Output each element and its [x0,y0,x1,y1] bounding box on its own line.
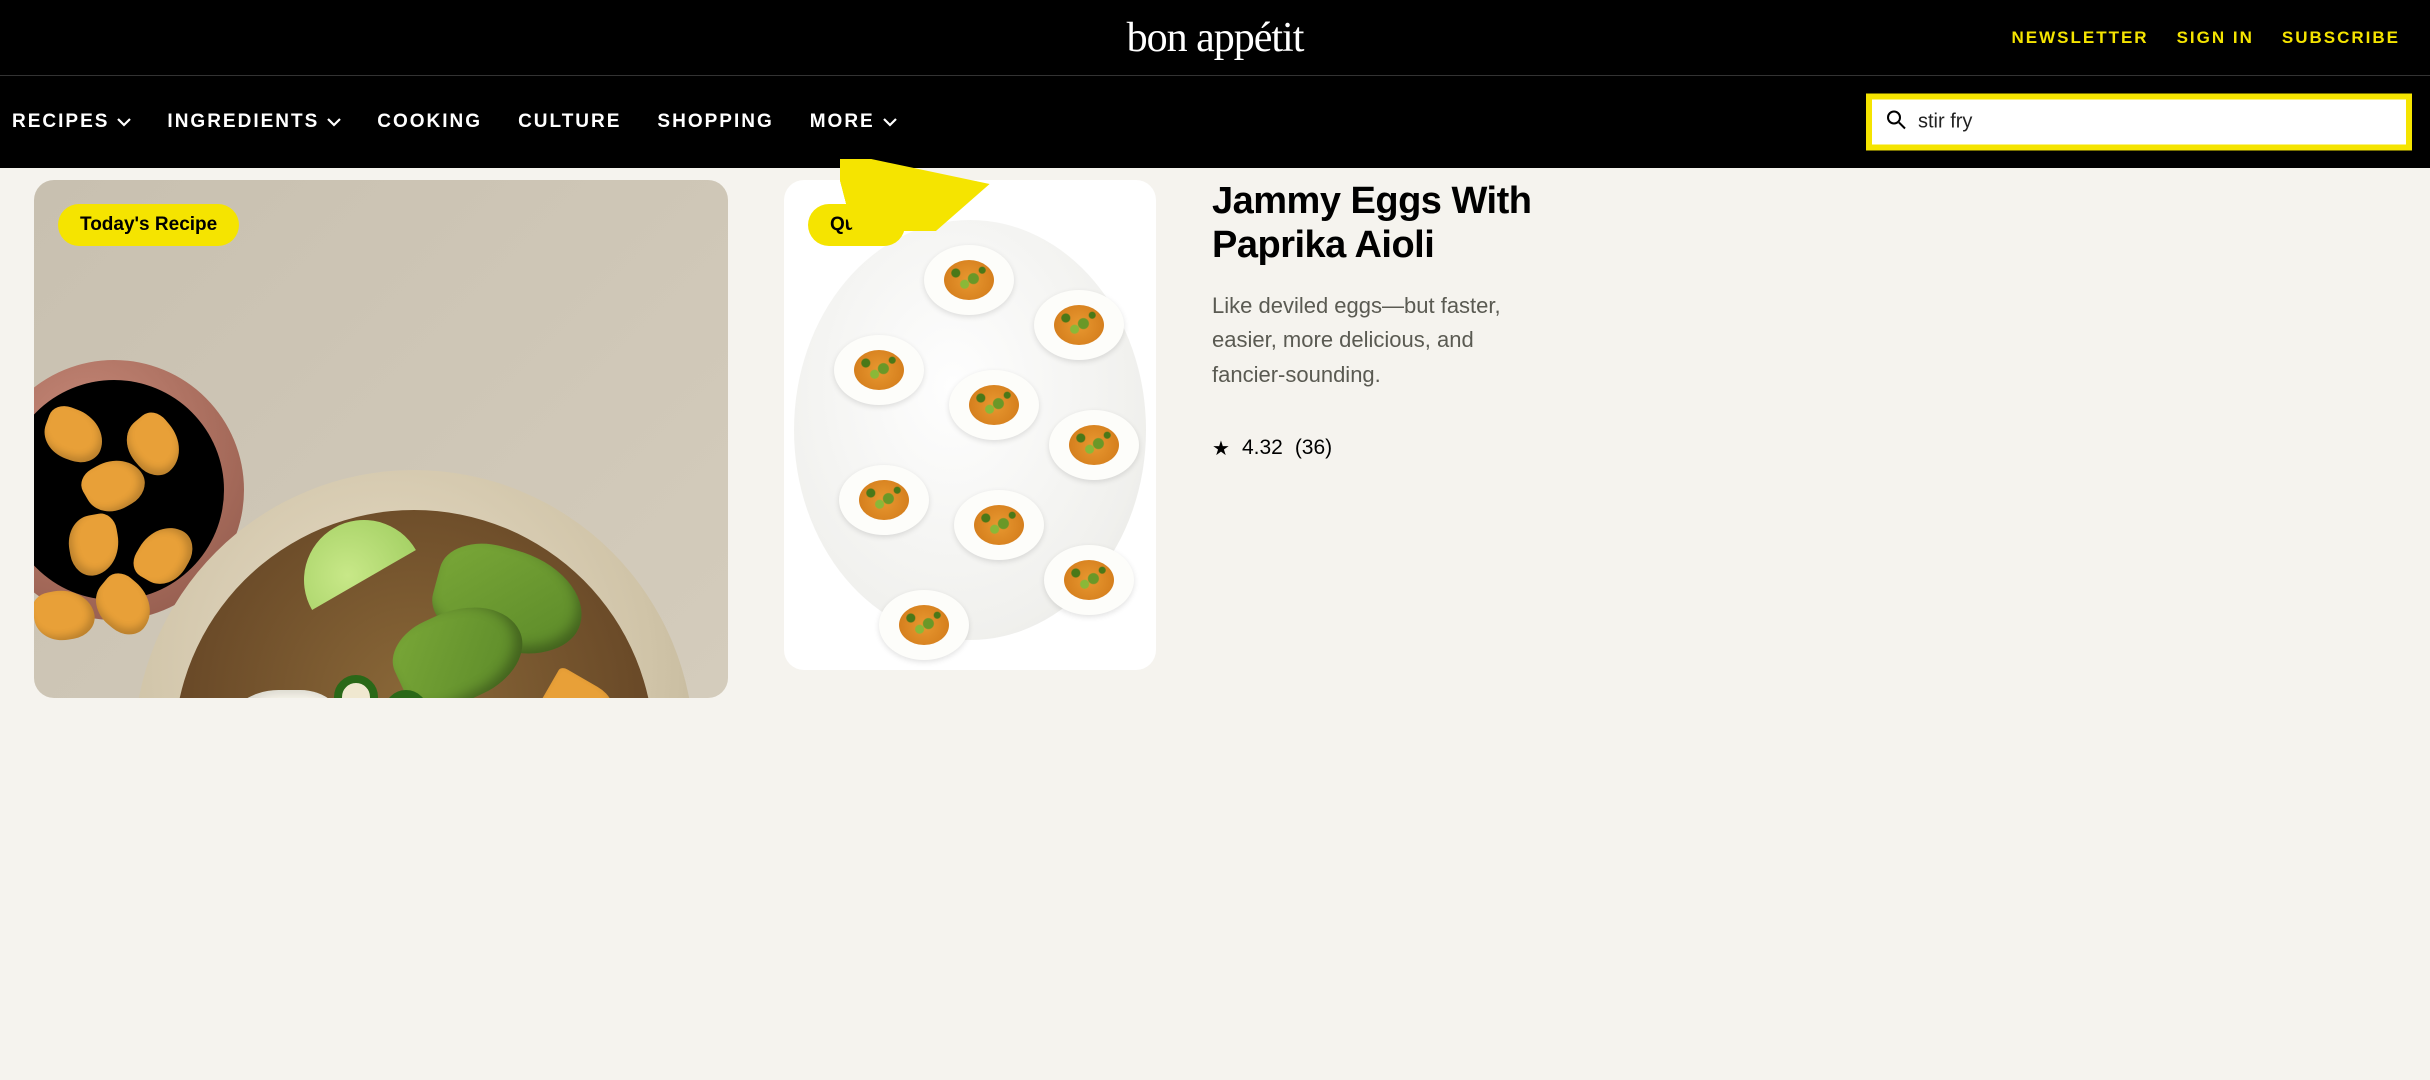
chevron-down-icon [327,118,341,127]
nav-items: RECIPES INGREDIENTS COOKING CULTURE SHOP… [12,111,897,133]
nav-shopping[interactable]: SHOPPING [657,111,773,133]
todays-recipe-card[interactable]: Today's Recipe [34,180,728,698]
signin-link[interactable]: SIGN IN [2177,28,2254,48]
quick-badge: Quick [808,204,905,246]
search-input[interactable] [1918,111,2392,134]
nav-recipes[interactable]: RECIPES [12,111,131,133]
food-image [34,180,728,698]
recipe-title[interactable]: Jammy Eggs With Paprika Aioli [1212,180,1552,267]
top-header: bon appétit NEWSLETTER SIGN IN SUBSCRIBE [0,0,2430,76]
recipe-rating: ★ 4.32 (36) [1212,436,1552,461]
quick-recipe-card[interactable]: Quick [784,180,1156,670]
todays-recipe-badge: Today's Recipe [58,204,239,246]
chevron-down-icon [117,118,131,127]
search-icon [1886,110,1906,135]
nav-label: SHOPPING [657,111,773,133]
nav-label: INGREDIENTS [167,111,319,133]
nav-ingredients[interactable]: INGREDIENTS [167,111,341,133]
nav-label: MORE [810,111,875,133]
chevron-down-icon [883,118,897,127]
rating-value: 4.32 [1242,436,1283,460]
nav-label: CULTURE [518,111,621,133]
header-links: NEWSLETTER SIGN IN SUBSCRIBE [2011,28,2400,48]
subscribe-link[interactable]: SUBSCRIBE [2282,28,2400,48]
site-logo[interactable]: bon appétit [1127,14,1304,62]
recipe-info: Jammy Eggs With Paprika Aioli Like devil… [1212,180,1552,698]
nav-label: RECIPES [12,111,109,133]
content-area: Today's Recipe Quick [0,168,2430,698]
rating-count: (36) [1295,436,1332,460]
nav-bar: RECIPES INGREDIENTS COOKING CULTURE SHOP… [0,76,2430,168]
search-box [1866,94,2412,151]
nav-cooking[interactable]: COOKING [377,111,482,133]
nav-culture[interactable]: CULTURE [518,111,621,133]
nav-label: COOKING [377,111,482,133]
nav-more[interactable]: MORE [810,111,897,133]
newsletter-link[interactable]: NEWSLETTER [2011,28,2148,48]
recipe-description: Like deviled eggs—but faster, easier, mo… [1212,289,1552,391]
star-icon: ★ [1212,436,1230,461]
